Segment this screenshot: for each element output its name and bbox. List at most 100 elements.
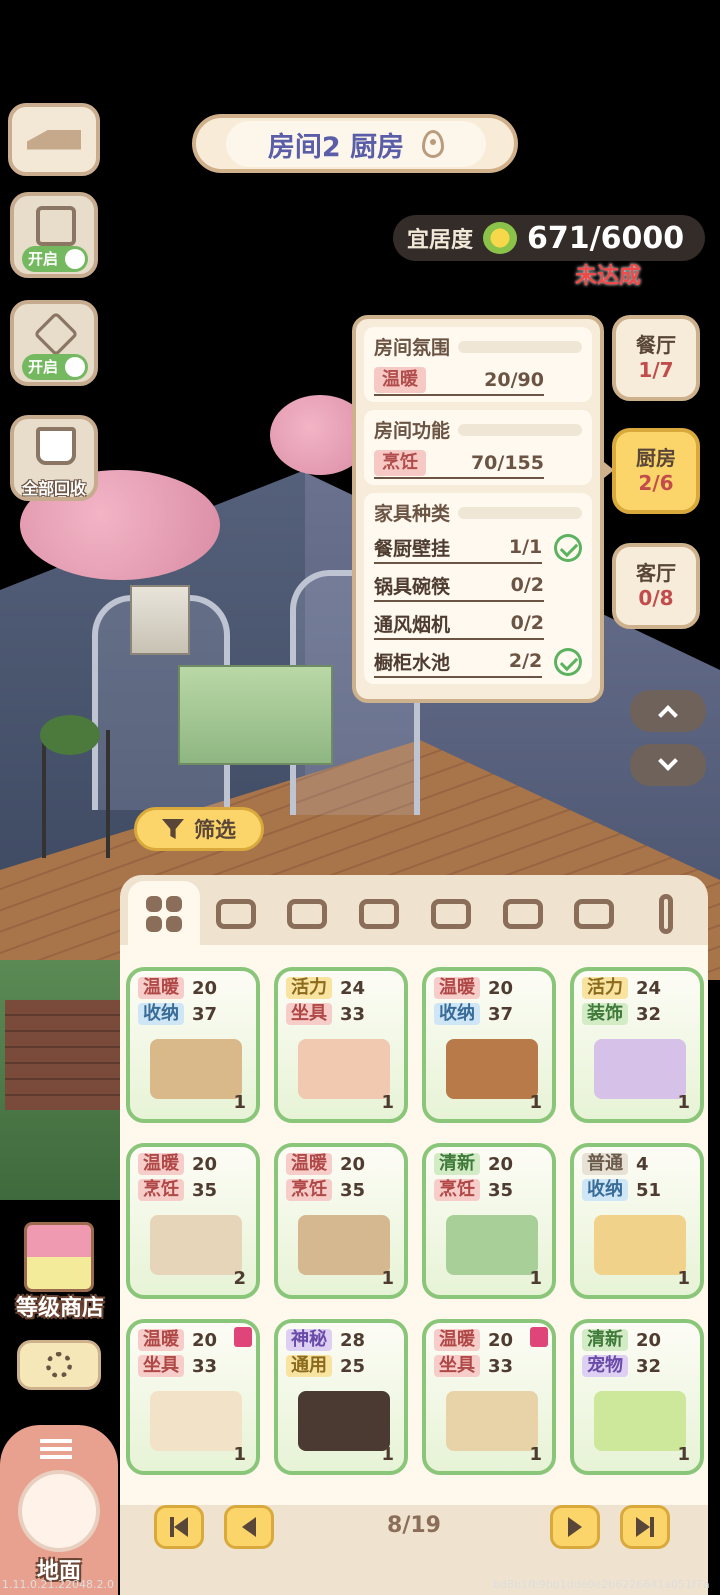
category-tab[interactable] <box>200 881 272 947</box>
stat-tag: 收纳 <box>138 1003 184 1025</box>
furniture-card[interactable]: 活力 24 坐具 33 1 <box>274 967 408 1123</box>
furniture-type-name: 橱柜水池 <box>374 651 451 674</box>
first-page-arrow <box>174 1517 188 1537</box>
scroll-down-button[interactable] <box>630 744 706 786</box>
book-badge-icon <box>234 1327 252 1347</box>
recycle-all-button[interactable]: 全部回收 <box>10 415 98 501</box>
stat-tag: 收纳 <box>582 1179 628 1201</box>
stat-value: 33 <box>488 1355 514 1377</box>
gear-icon <box>46 1352 72 1378</box>
stat-tag: 烹饪 <box>434 1179 480 1201</box>
room-tab-dining[interactable]: 餐厅 1/7 <box>612 315 700 401</box>
first-page-button[interactable] <box>154 1505 204 1549</box>
furniture-image <box>150 1039 242 1099</box>
category-tab[interactable] <box>343 881 415 947</box>
category-tab[interactable] <box>415 881 487 947</box>
stat-tag: 收纳 <box>434 1003 480 1025</box>
check-icon <box>554 648 582 676</box>
category-tabs <box>128 881 702 949</box>
furniture-card[interactable]: 温暖 20 烹饪 35 2 <box>126 1143 260 1299</box>
furniture-image <box>446 1215 538 1275</box>
scroll-up-button[interactable] <box>630 690 706 732</box>
stat-tag: 温暖 <box>138 977 184 999</box>
stat-tag: 温暖 <box>286 1153 332 1175</box>
furniture-card[interactable]: 温暖 20 烹饪 35 1 <box>274 1143 408 1299</box>
function-title: 房间功能 <box>374 420 451 442</box>
category-tab[interactable] <box>128 881 200 947</box>
prev-page-button[interactable] <box>224 1505 274 1549</box>
sofa-icon <box>18 1470 100 1552</box>
furniture-card[interactable]: 神秘 28 通用 25 1 <box>274 1319 408 1475</box>
category-tab[interactable] <box>559 881 631 947</box>
kitchen-cabinet[interactable] <box>178 665 333 765</box>
floor-mode-button[interactable]: 地面 <box>0 1425 118 1595</box>
furniture-card[interactable]: 清新 20 宠物 32 1 <box>570 1319 704 1475</box>
stat-tag: 神秘 <box>286 1329 332 1351</box>
furniture-card[interactable]: 普通 4 收纳 51 1 <box>570 1143 704 1299</box>
stat-value: 20 <box>488 1329 514 1351</box>
cube-toggle-button[interactable]: 开启 <box>10 300 98 386</box>
furniture-card[interactable]: 温暖 20 收纳 37 1 <box>126 967 260 1123</box>
menu-icon[interactable] <box>40 1439 72 1459</box>
next-arrow-icon <box>568 1517 582 1537</box>
room-title-pill[interactable]: 房间2 厨房 <box>192 114 518 173</box>
stat-value: 28 <box>340 1329 366 1351</box>
furniture-card[interactable]: 清新 20 烹饪 35 1 <box>422 1143 556 1299</box>
level-shop-label[interactable]: 等级商店 <box>4 1290 116 1322</box>
filter-label: 筛选 <box>194 818 236 842</box>
furniture-type-value: 0/2 <box>510 612 544 634</box>
furniture-type-value: 2/2 <box>508 650 543 672</box>
item-quantity: 1 <box>677 1268 690 1289</box>
furniture-card[interactable]: 温暖 20 坐具 33 1 <box>126 1319 260 1475</box>
table-icon <box>287 899 328 929</box>
location-pin-icon[interactable] <box>422 130 445 158</box>
furniture-image <box>298 1391 390 1451</box>
back-button[interactable] <box>8 103 100 176</box>
furniture-type-value: 1/1 <box>508 536 543 558</box>
room-tab-living[interactable]: 客厅 0/8 <box>612 543 700 629</box>
stat-value: 33 <box>340 1003 366 1025</box>
room-tab-count: 0/8 <box>638 586 674 610</box>
stat-value: 20 <box>192 1153 218 1175</box>
category-tab[interactable] <box>630 881 702 947</box>
stat-tag: 通用 <box>286 1355 332 1377</box>
stat-tag: 温暖 <box>434 977 480 999</box>
filter-button[interactable]: 筛选 <box>134 807 264 851</box>
furniture-image <box>446 1391 538 1451</box>
wall-cabinet[interactable] <box>130 585 190 655</box>
sofa-icon <box>215 899 256 929</box>
livability-value: 671/6000 <box>527 220 685 256</box>
atmosphere-title: 房间氛围 <box>374 337 451 359</box>
last-page-button[interactable] <box>620 1505 670 1549</box>
item-quantity: 1 <box>381 1268 394 1289</box>
category-tab[interactable] <box>487 881 559 947</box>
function-value: 70/155 <box>470 452 544 474</box>
build-hash: bd8b1fb9bb1dde0e2b6226641a051f7a <box>493 1578 710 1591</box>
next-page-button[interactable] <box>550 1505 600 1549</box>
furniture-type-name: 锅具碗筷 <box>374 575 451 598</box>
bed-icon <box>359 899 400 929</box>
furniture-card[interactable]: 活力 24 装饰 32 1 <box>570 967 704 1123</box>
room-tab-kitchen[interactable]: 厨房 2/6 <box>612 428 700 514</box>
stat-tag: 清新 <box>582 1329 628 1351</box>
stat-tag: 温暖 <box>138 1153 184 1175</box>
category-tab[interactable] <box>272 881 344 947</box>
furniture-card[interactable]: 温暖 20 坐具 33 1 <box>422 1319 556 1475</box>
function-tag: 烹饪 <box>374 450 426 476</box>
livability-status: 未达成 <box>575 264 642 289</box>
furniture-type-name: 通风烟机 <box>374 613 451 636</box>
stat-tag: 活力 <box>582 977 628 999</box>
wall-toggle[interactable]: 开启 <box>22 246 88 272</box>
item-quantity: 1 <box>529 1268 542 1289</box>
stat-tag: 温暖 <box>138 1329 184 1351</box>
furniture-card[interactable]: 温暖 20 收纳 37 1 <box>422 967 556 1123</box>
stat-value: 25 <box>340 1355 366 1377</box>
cube-toggle[interactable]: 开启 <box>22 354 88 380</box>
stat-value: 20 <box>636 1329 662 1351</box>
furniture-image <box>594 1039 686 1099</box>
toilet-icon <box>574 899 615 929</box>
shop-icon[interactable] <box>24 1222 94 1292</box>
wall-toggle-button[interactable]: 开启 <box>10 192 98 278</box>
settings-button[interactable] <box>17 1340 101 1390</box>
stat-tag: 普通 <box>582 1153 628 1175</box>
